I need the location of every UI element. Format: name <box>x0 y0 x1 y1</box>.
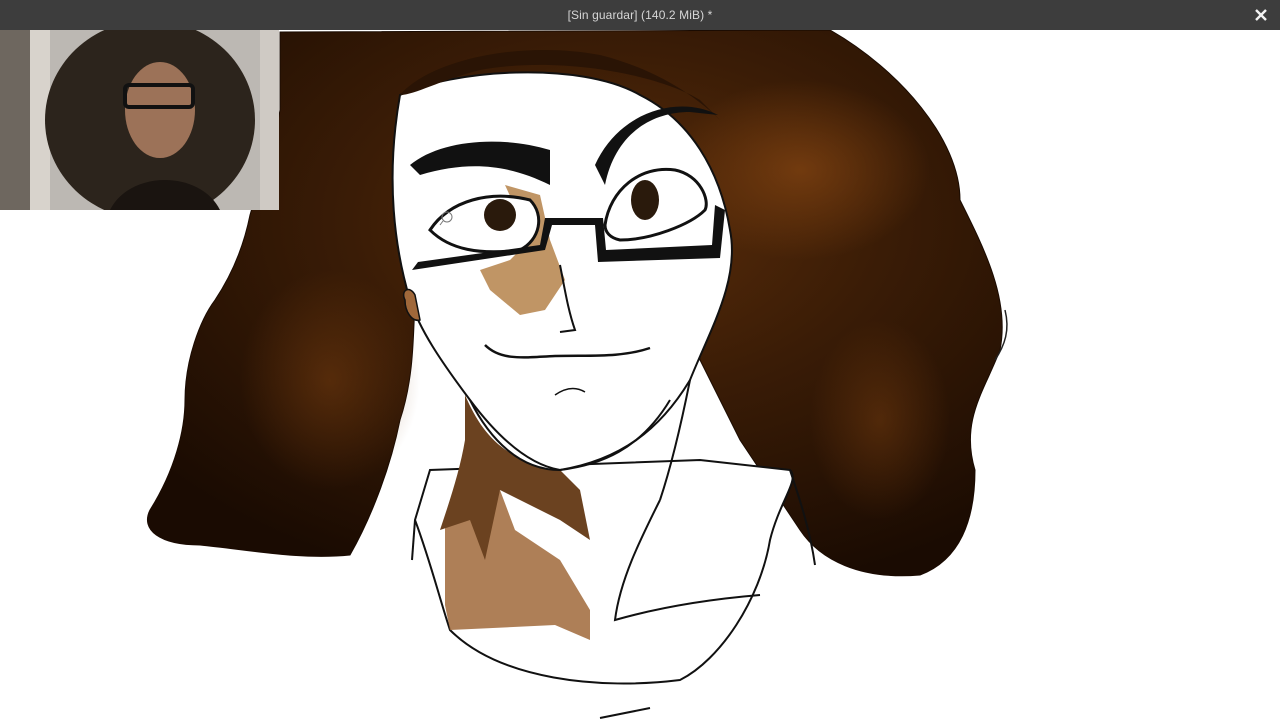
bottom-stroke <box>599 707 651 719</box>
hair-highlight-2 <box>240 270 420 490</box>
window-title: [Sin guardar] (140.2 MiB) * <box>567 8 713 22</box>
shirt-left-edge <box>411 519 416 561</box>
brush-cursor-icon <box>439 210 455 226</box>
webcam-overlay <box>0 0 279 210</box>
left-pupil <box>484 199 516 231</box>
hair-highlight-3 <box>810 320 950 520</box>
title-bar: [Sin guardar] (140.2 MiB) * <box>0 0 1280 30</box>
close-icon <box>1255 9 1267 21</box>
face <box>391 71 733 472</box>
close-button[interactable] <box>1252 6 1270 24</box>
drawing-app-window: [Sin guardar] (140.2 MiB) * <box>0 0 1280 720</box>
right-pupil <box>631 180 659 220</box>
